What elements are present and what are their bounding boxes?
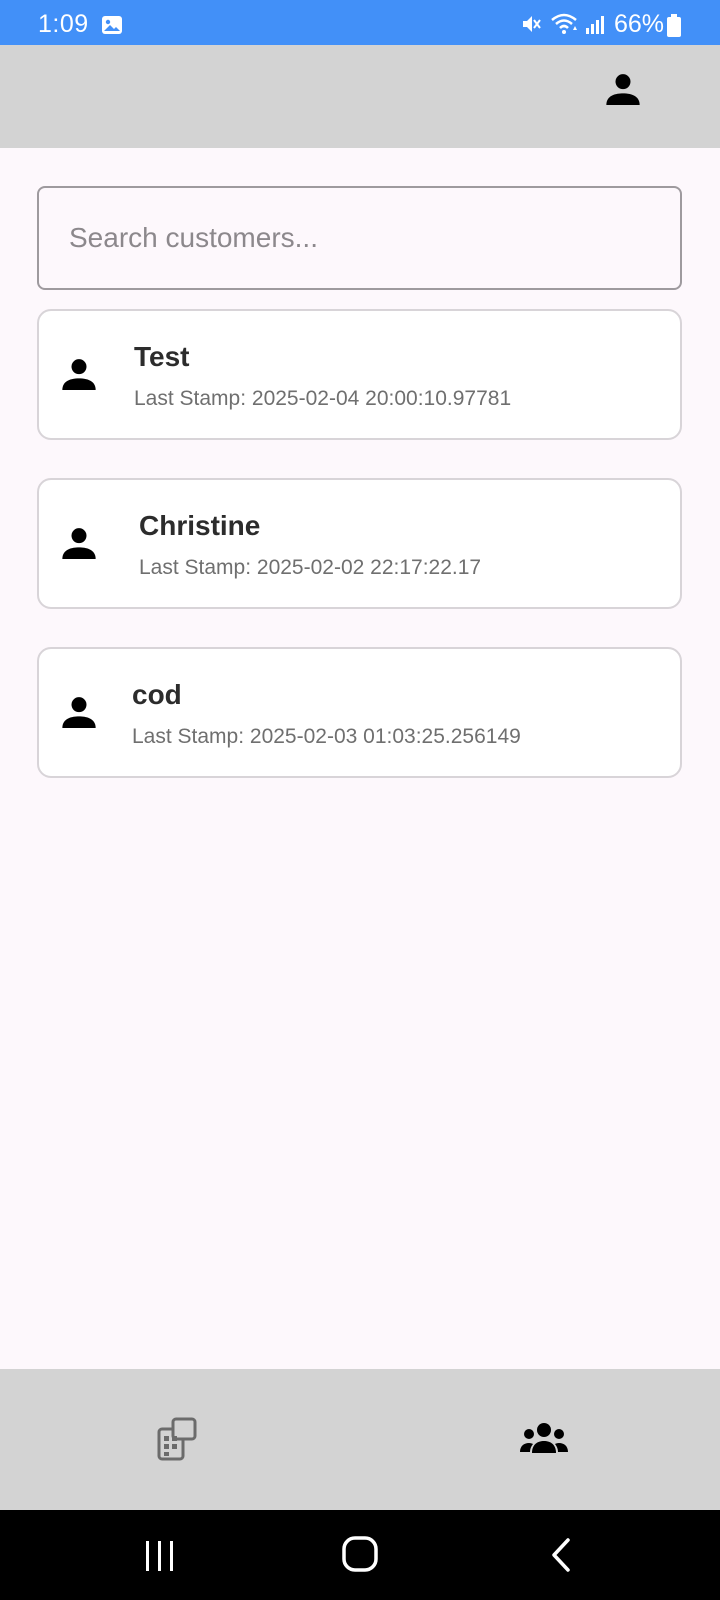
customer-name: cod [132, 679, 182, 710]
nav-stamp-card-button[interactable] [148, 1407, 208, 1471]
person-icon [62, 697, 96, 728]
status-bar: 1:09 66% [0, 0, 720, 45]
battery-icon [667, 14, 681, 37]
customer-last-stamp: Last Stamp: 2025-02-03 01:03:25.256149 [132, 725, 521, 748]
person-icon [62, 359, 96, 390]
gallery-icon [102, 16, 122, 34]
search-box [37, 186, 682, 290]
customer-name: Christine [139, 510, 261, 541]
wifi-icon [551, 13, 577, 34]
profile-button[interactable] [598, 65, 648, 115]
customer-name: Test [134, 341, 190, 372]
person-icon [606, 74, 640, 105]
recents-icon[interactable] [140, 1538, 180, 1574]
top-app-bar [0, 45, 720, 148]
signal-icon [586, 16, 604, 34]
system-navigation-bar [0, 1510, 720, 1600]
customer-last-stamp: Last Stamp: 2025-02-04 20:00:10.97781 [134, 387, 512, 410]
customer-card[interactable]: cod Last Stamp: 2025-02-03 01:03:25.2561… [37, 647, 682, 778]
nav-customers-button[interactable] [513, 1407, 575, 1471]
customer-card[interactable]: Christine Last Stamp: 2025-02-02 22:17:2… [37, 478, 682, 609]
person-icon [62, 528, 96, 559]
mute-icon [523, 16, 541, 32]
group-icon [520, 1423, 568, 1453]
app-screen: 1:09 66% Search customers... Test Last S… [0, 0, 720, 1600]
customer-card[interactable]: Test Last Stamp: 2025-02-04 20:00:10.977… [37, 309, 682, 440]
home-icon[interactable] [340, 1534, 380, 1574]
back-icon[interactable] [548, 1536, 576, 1574]
stamp-card-icon [157, 1417, 197, 1461]
customer-last-stamp: Last Stamp: 2025-02-02 22:17:22.17 [139, 556, 482, 579]
customer-list: Test Last Stamp: 2025-02-04 20:00:10.977… [37, 309, 682, 816]
bottom-navigation [0, 1369, 720, 1510]
status-time: 1:09 [38, 10, 89, 38]
search-input[interactable] [39, 188, 680, 288]
battery-percentage: 66% [614, 10, 665, 38]
